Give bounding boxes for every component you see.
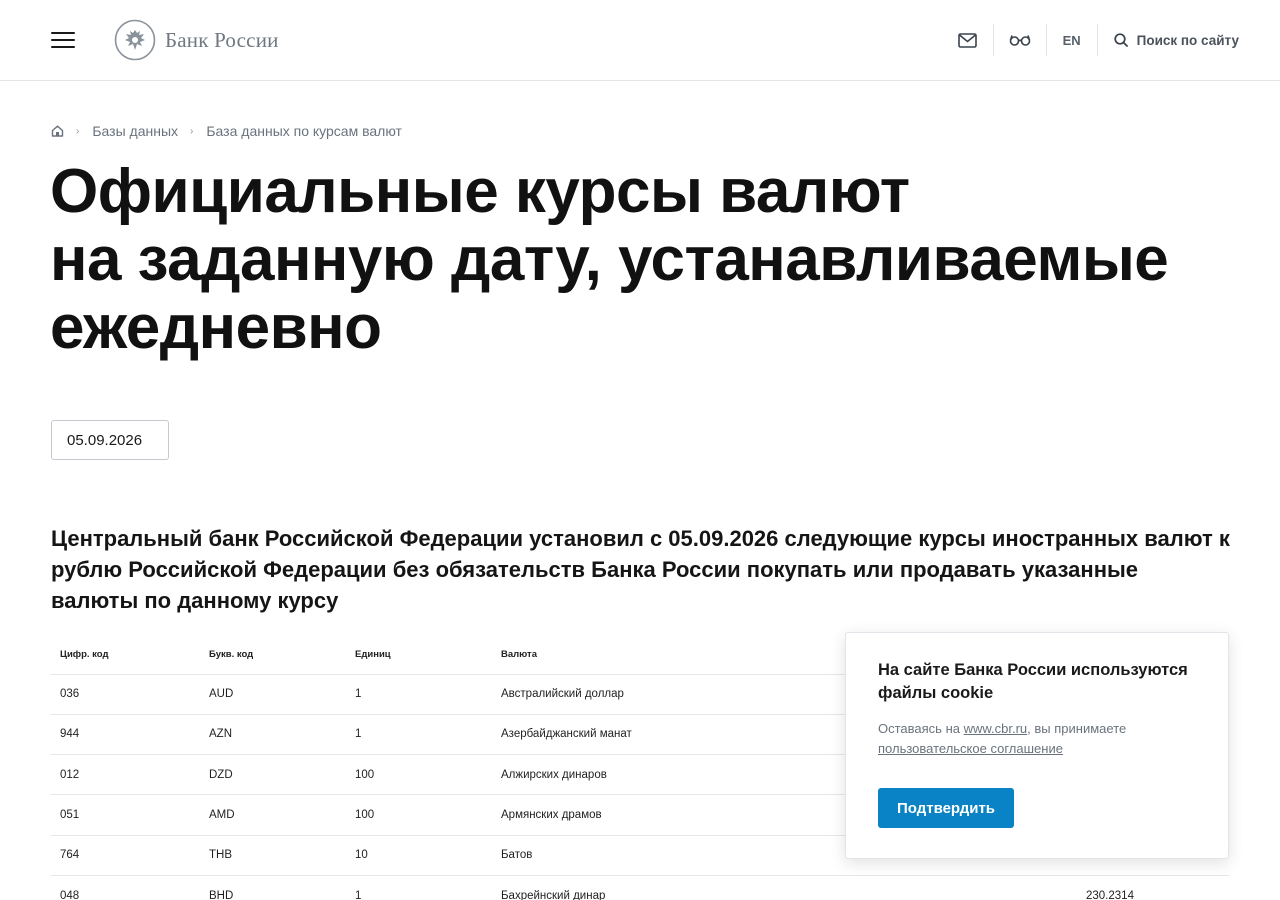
cookie-text-part: , вы принимаете (1027, 721, 1127, 736)
search-icon (1113, 33, 1128, 47)
column-header-num-code: Цифр. код (51, 635, 200, 675)
site-logo[interactable]: Банк России (114, 19, 279, 61)
glasses-icon (1009, 34, 1030, 46)
user-agreement-link[interactable]: пользовательское соглашение (878, 741, 1063, 756)
cell-currency: Бахрейнский динар (492, 875, 1077, 900)
breadcrumb-databases[interactable]: Базы данных (92, 123, 178, 139)
cell-num-code: 012 (51, 754, 200, 796)
breadcrumb-home[interactable] (51, 125, 64, 137)
cookie-text-part: Оставаясь на (878, 721, 964, 736)
rates-description: Центральный банк Российской Федерации ус… (51, 526, 1230, 613)
cookie-text: Оставаясь на www.cbr.ru, вы принимаете п… (878, 719, 1198, 759)
chevron-right-icon: › (76, 125, 80, 137)
mail-icon (958, 32, 977, 48)
page-title-line: ежедневно (50, 293, 382, 362)
chevron-right-icon: › (190, 125, 194, 137)
cell-char-code: AZN (200, 714, 346, 756)
date-picker-input[interactable]: 05.09.2026 (51, 420, 169, 460)
confirm-cookie-button[interactable]: Подтвердить (878, 788, 1014, 828)
cell-units: 100 (346, 754, 492, 796)
site-link[interactable]: www.cbr.ru (964, 721, 1028, 736)
menu-icon[interactable] (51, 31, 75, 49)
cell-num-code: 048 (51, 875, 200, 900)
cell-char-code: AMD (200, 794, 346, 836)
cell-units: 1 (346, 714, 492, 756)
table-row: 048 BHD 1 Бахрейнский динар 230.2314 (51, 875, 1229, 900)
cell-char-code: BHD (200, 875, 346, 900)
cell-units: 1 (346, 674, 492, 715)
cell-num-code: 764 (51, 835, 200, 876)
mail-button[interactable] (943, 22, 993, 58)
page-title-line: на заданную дату, устанавливаемые (50, 225, 1169, 294)
breadcrumb: › Базы данных › База данных по курсам ва… (51, 122, 402, 140)
page-title-line: Официальные курсы валют (50, 157, 910, 226)
cell-units: 100 (346, 794, 492, 836)
page-title: Официальные курсы валют на заданную дату… (50, 158, 1200, 362)
column-header-char-code: Букв. код (200, 635, 346, 675)
cell-char-code: AUD (200, 674, 346, 715)
site-header: Банк России EN Поиск по сайту (0, 0, 1280, 81)
cell-units: 10 (346, 835, 492, 876)
site-search-button[interactable]: Поиск по сайту (1098, 22, 1239, 58)
cell-num-code: 036 (51, 674, 200, 715)
bank-emblem-icon (114, 19, 156, 61)
cell-char-code: THB (200, 835, 346, 876)
language-switch[interactable]: EN (1047, 22, 1097, 58)
cell-num-code: 051 (51, 794, 200, 836)
home-icon (51, 125, 64, 137)
breadcrumb-currency-db[interactable]: База данных по курсам валют (206, 123, 402, 139)
cell-units: 1 (346, 875, 492, 900)
search-label: Поиск по сайту (1136, 32, 1239, 48)
cell-rate: 230.2314 (1077, 875, 1229, 900)
cell-num-code: 944 (51, 714, 200, 756)
cell-char-code: DZD (200, 754, 346, 796)
accessibility-button[interactable] (994, 22, 1046, 58)
column-header-units: Единиц (346, 635, 492, 675)
logo-text: Банк России (165, 27, 279, 52)
cookie-consent-popup: На сайте Банка России используются файлы… (845, 632, 1229, 859)
header-actions: EN Поиск по сайту (943, 22, 1239, 58)
cookie-title: На сайте Банка России используются файлы… (878, 661, 1188, 702)
